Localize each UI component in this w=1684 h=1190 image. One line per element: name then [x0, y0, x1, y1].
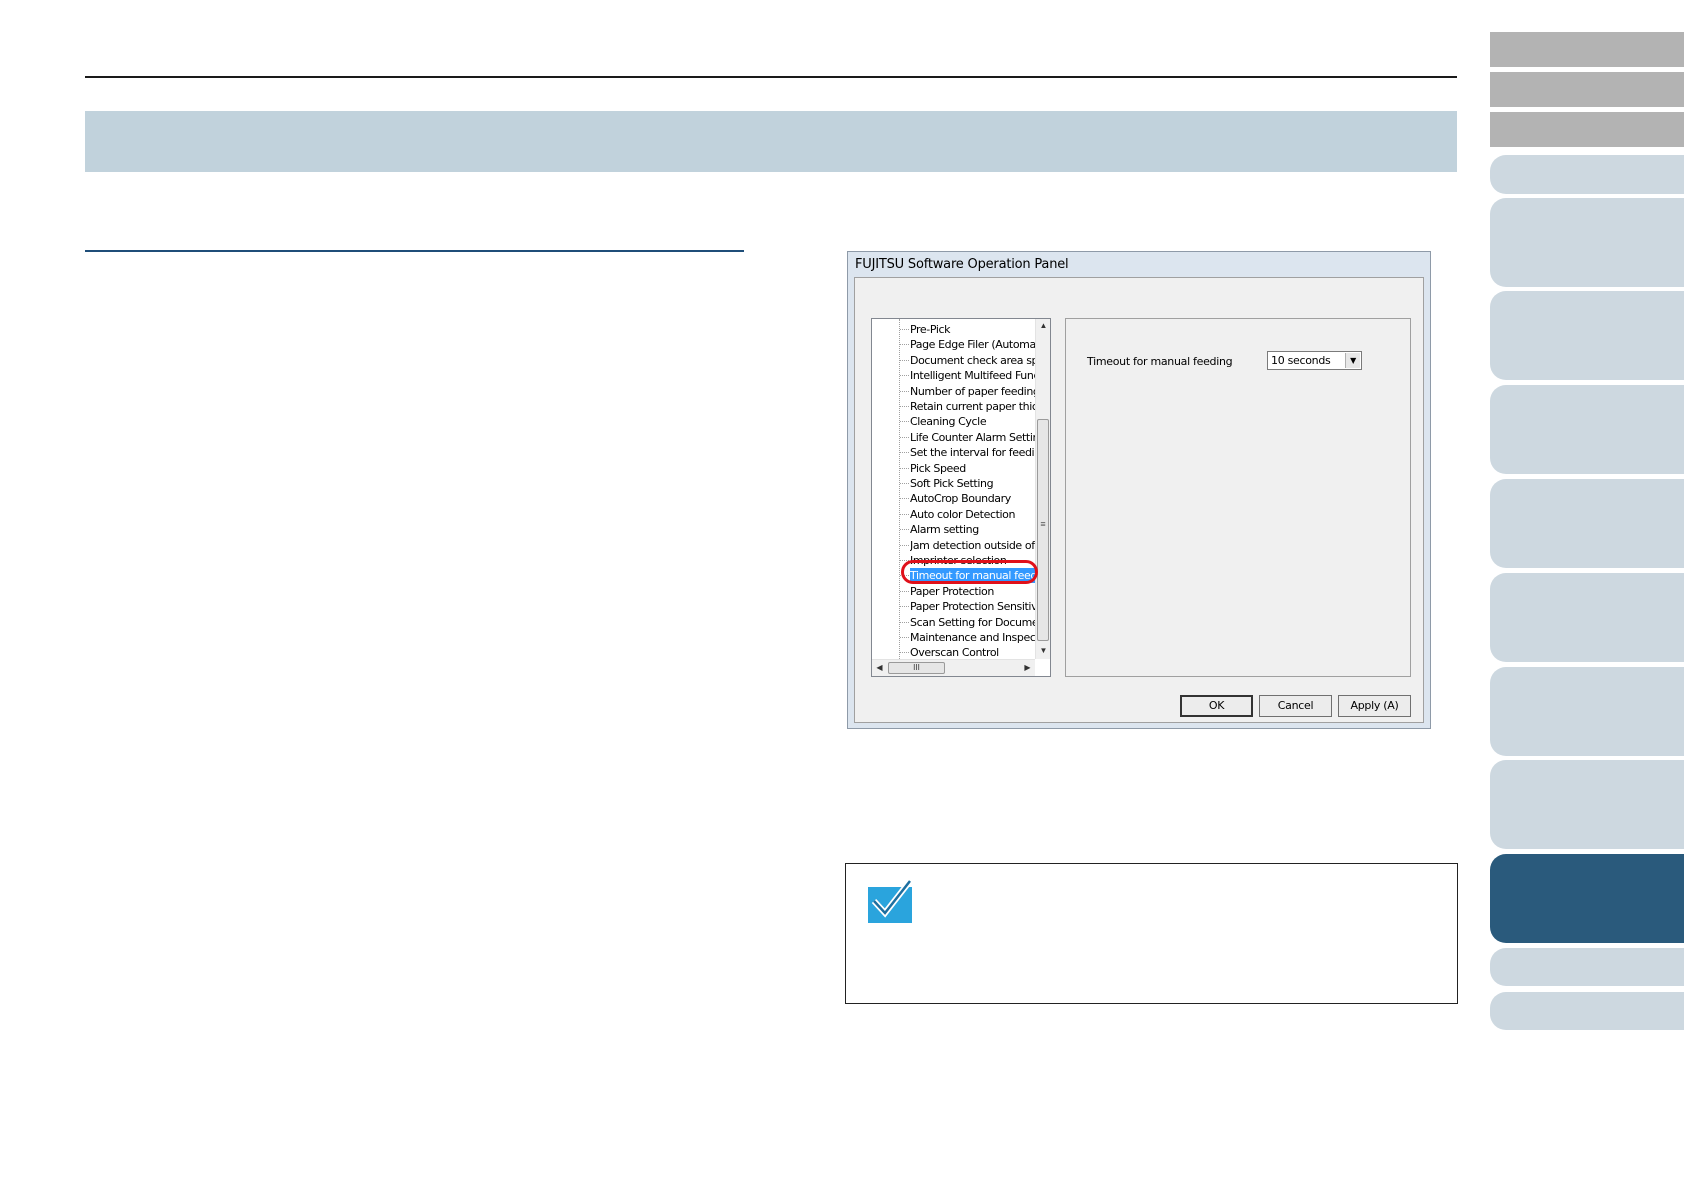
tree-connector-dot [900, 344, 909, 346]
tree-connector-dot [900, 390, 909, 393]
scroll-up-icon[interactable]: ▲ [1036, 321, 1050, 330]
highlight-ring [901, 560, 1038, 584]
tree-vertical-scrollbar[interactable]: ▲ ≡ ▼ [1035, 319, 1050, 659]
settings-tree[interactable]: Pre-Pick Page Edge Filer (Automatic Docume… [871, 318, 1051, 677]
side-tab-active[interactable] [1490, 854, 1684, 943]
side-tab-1[interactable] [1490, 32, 1684, 67]
side-tab-13[interactable] [1490, 948, 1684, 986]
tree-item[interactable]: Pre-Pick [910, 322, 1037, 337]
timeout-select[interactable]: 10 seconds ▼ [1267, 351, 1362, 370]
side-tab-7[interactable] [1490, 385, 1684, 474]
tree-connector-dot [900, 544, 909, 547]
tree-item[interactable]: Life Counter Alarm Setting [910, 430, 1037, 445]
scroll-thumb[interactable]: ≡ [1037, 419, 1049, 641]
tree-connector-dot [900, 375, 909, 377]
tree-item[interactable]: Set the interval for feeding [910, 445, 1037, 460]
ok-button[interactable]: OK [1180, 695, 1253, 717]
tree-horizontal-scrollbar[interactable]: ◀ III ▶ [872, 659, 1035, 676]
tree-connector-dot [900, 359, 909, 362]
tree-connector-dot [900, 498, 909, 500]
hint-box [845, 863, 1458, 1004]
tree-item[interactable]: Retain current paper thickr [910, 399, 1037, 414]
side-tab-11[interactable] [1490, 760, 1684, 849]
section-rule [85, 250, 744, 252]
tree-connector-dot [900, 329, 909, 331]
dialog-title: FUJITSU Software Operation Panel [855, 257, 1069, 272]
tree-item[interactable]: Maintenance and Inspectic [910, 630, 1037, 645]
tree-connector-dot [900, 513, 909, 516]
header-rule [85, 76, 1457, 78]
tree-connector-dot [900, 483, 909, 485]
tree-connector-dot [900, 529, 909, 531]
tree-item[interactable]: Soft Pick Setting [910, 476, 1037, 491]
scroll-down-icon[interactable]: ▼ [1036, 646, 1050, 655]
side-tab-5[interactable] [1490, 198, 1684, 287]
timeout-select-value: 10 seconds [1271, 354, 1331, 367]
tree-item[interactable]: AutoCrop Boundary [910, 491, 1037, 506]
checkmark-icon [868, 879, 913, 923]
tree-connector-dot [900, 406, 909, 408]
scroll-left-icon[interactable]: ◀ [872, 663, 887, 672]
tree-connector-dot [900, 652, 909, 654]
tree-item[interactable]: Paper Protection [910, 584, 1037, 599]
side-tab-9[interactable] [1490, 573, 1684, 662]
apply-button[interactable]: Apply (A) [1338, 695, 1411, 717]
setting-panel: Timeout for manual feeding 10 seconds ▼ [1065, 318, 1411, 677]
tree-connector-dot [900, 421, 909, 423]
side-tab-8[interactable] [1490, 479, 1684, 568]
tree-item[interactable]: Document check area spe [910, 353, 1037, 368]
tree-connector-dot [900, 606, 909, 608]
timeout-label: Timeout for manual feeding [1087, 355, 1233, 368]
tree-item[interactable]: Page Edge Filer (Automatic [910, 337, 1037, 352]
tree-item[interactable]: Jam detection outside of sc [910, 538, 1037, 553]
tree-item[interactable]: Paper Protection Sensitivity [910, 599, 1037, 614]
horizontal-scroll-thumb[interactable]: III [888, 662, 945, 674]
tree-connector-dot [900, 467, 909, 470]
side-tab-3[interactable] [1490, 112, 1684, 147]
tree-item[interactable]: Alarm setting [910, 522, 1037, 537]
tree-item[interactable]: Auto color Detection [910, 507, 1037, 522]
tree-item[interactable]: Number of paper feeding re [910, 384, 1037, 399]
tree-item[interactable]: Scan Setting for Document [910, 615, 1037, 630]
operation-panel-dialog: FUJITSU Software Operation Panel Pre-Pic… [847, 251, 1431, 729]
tree-item[interactable]: Pick Speed [910, 461, 1037, 476]
tree-connector-dot [900, 436, 909, 439]
side-tab-10[interactable] [1490, 667, 1684, 756]
side-tab-14[interactable] [1490, 992, 1684, 1030]
cancel-button[interactable]: Cancel [1259, 695, 1332, 717]
tree-connector-dot [900, 637, 909, 639]
chevron-down-icon[interactable]: ▼ [1345, 353, 1360, 368]
side-tab-6[interactable] [1490, 291, 1684, 380]
dialog-client: Pre-Pick Page Edge Filer (Automatic Docume… [854, 277, 1424, 723]
tree-item[interactable]: Intelligent Multifeed Functio [910, 368, 1037, 383]
tree-connector-dot [900, 590, 909, 593]
side-tab-2[interactable] [1490, 72, 1684, 107]
side-tab-4[interactable] [1490, 155, 1684, 194]
grip-icon: ≡ [1040, 519, 1046, 529]
scroll-right-icon[interactable]: ▶ [1020, 663, 1035, 672]
tree-connector-dot [900, 452, 909, 454]
tree-connector-dot [900, 621, 909, 624]
tree-item[interactable]: Cleaning Cycle [910, 414, 1037, 429]
title-band [85, 111, 1457, 172]
